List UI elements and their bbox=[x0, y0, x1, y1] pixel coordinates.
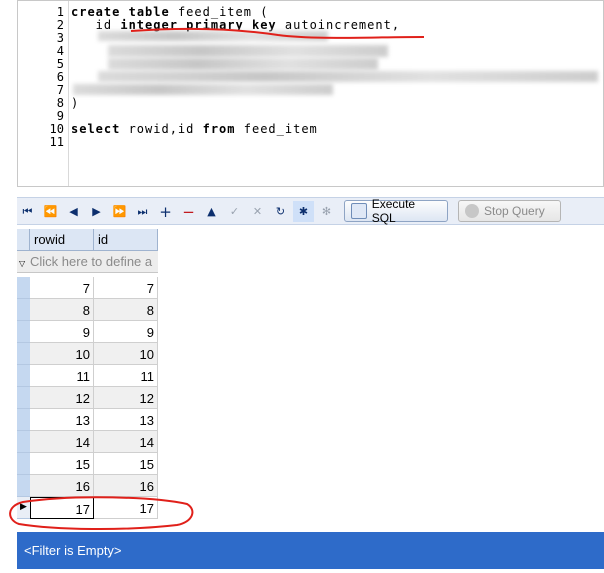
sql-text: feed_item bbox=[235, 122, 318, 136]
asterisk-icon[interactable]: ✱ bbox=[293, 201, 314, 222]
execute-icon bbox=[351, 203, 367, 219]
stop-query-button[interactable]: Stop Query bbox=[458, 200, 561, 222]
cell-rowid[interactable]: 10 bbox=[30, 343, 94, 365]
column-header-rowid[interactable]: rowid bbox=[30, 229, 94, 251]
cell-id[interactable]: 8 bbox=[94, 299, 158, 321]
sql-text: ) bbox=[71, 96, 80, 110]
cell-id[interactable]: 15 bbox=[94, 453, 158, 475]
redacted-text bbox=[98, 71, 598, 82]
cell-rowid[interactable]: 16 bbox=[30, 475, 94, 497]
redacted-text bbox=[73, 84, 333, 95]
cell-id[interactable]: 13 bbox=[94, 409, 158, 431]
cell-rowid[interactable]: 8 bbox=[30, 299, 94, 321]
cell-rowid[interactable]: 14 bbox=[30, 431, 94, 453]
row-indicator[interactable] bbox=[17, 387, 30, 409]
redacted-text bbox=[108, 58, 378, 70]
code-line[interactable]: ) bbox=[71, 97, 79, 110]
cell-id[interactable]: 9 bbox=[94, 321, 158, 343]
cell-rowid[interactable]: 15 bbox=[30, 453, 94, 475]
sql-text: id bbox=[71, 18, 121, 32]
sql-keyword: from bbox=[202, 122, 236, 136]
post-edit-icon[interactable]: ✓ bbox=[224, 201, 245, 222]
row-indicator[interactable] bbox=[17, 475, 30, 497]
sql-keyword: table bbox=[128, 5, 170, 19]
cell-id[interactable]: 14 bbox=[94, 431, 158, 453]
row-indicator[interactable] bbox=[17, 343, 30, 365]
cell-rowid[interactable]: 11 bbox=[30, 365, 94, 387]
row-indicator[interactable] bbox=[17, 409, 30, 431]
line-number-gutter: 1 2 3 4 5 6 7 8 9 10 11 bbox=[18, 1, 69, 186]
edit-record-icon[interactable]: ▲ bbox=[201, 201, 222, 222]
first-record-icon[interactable]: ⏮ bbox=[17, 201, 38, 222]
annotation-underline bbox=[130, 27, 425, 39]
refresh-icon[interactable]: ↻ bbox=[270, 201, 291, 222]
annotation-circle bbox=[9, 496, 194, 531]
cell-id[interactable]: 16 bbox=[94, 475, 158, 497]
sql-editor[interactable]: 1 2 3 4 5 6 7 8 9 10 11 create table feed_item ( i… bbox=[17, 0, 604, 187]
delete-record-icon[interactable]: − bbox=[178, 201, 199, 222]
row-indicator[interactable] bbox=[17, 277, 30, 299]
filter-status-bar: <Filter is Empty> bbox=[17, 532, 604, 569]
filter-icon: ▽ bbox=[19, 259, 26, 268]
clear-filter-icon[interactable]: ✻ bbox=[316, 201, 337, 222]
cell-id[interactable]: 12 bbox=[94, 387, 158, 409]
cell-id[interactable]: 10 bbox=[94, 343, 158, 365]
sql-text: feed_item ( bbox=[169, 5, 269, 19]
row-indicator[interactable] bbox=[17, 321, 30, 343]
next-record-icon[interactable]: ▶ bbox=[86, 201, 107, 222]
row-indicator[interactable] bbox=[17, 453, 30, 475]
insert-record-icon[interactable]: + bbox=[155, 201, 176, 222]
filter-row[interactable]: ▽ Click here to define a bbox=[17, 251, 158, 273]
execute-sql-label: Execute SQL bbox=[371, 197, 416, 225]
redacted-text bbox=[108, 45, 388, 57]
last-record-icon[interactable]: ⏭ bbox=[132, 201, 153, 222]
row-indicator[interactable] bbox=[17, 365, 30, 387]
cell-rowid[interactable]: 9 bbox=[30, 321, 94, 343]
filter-status-text: <Filter is Empty> bbox=[24, 543, 122, 558]
stop-icon bbox=[465, 204, 479, 218]
sql-keyword: select bbox=[71, 122, 121, 136]
cell-rowid[interactable]: 13 bbox=[30, 409, 94, 431]
code-line[interactable]: select rowid,id from feed_item bbox=[71, 123, 318, 136]
cell-id[interactable]: 7 bbox=[94, 277, 158, 299]
line-number: 11 bbox=[49, 135, 64, 149]
next-page-icon[interactable]: ⏩ bbox=[109, 201, 130, 222]
filter-placeholder[interactable]: Click here to define a bbox=[30, 254, 155, 269]
row-indicator[interactable] bbox=[17, 299, 30, 321]
grid-toolbar: ⏮ ⏪ ◀ ▶ ⏩ ⏭ + − ▲ ✓ ✕ ↻ ✱ ✻ Execute SQL … bbox=[17, 197, 604, 225]
execute-sql-button[interactable]: Execute SQL bbox=[344, 197, 448, 225]
prior-record-icon[interactable]: ◀ bbox=[63, 201, 84, 222]
left-edge bbox=[0, 0, 17, 573]
row-indicator-header bbox=[17, 229, 30, 251]
sql-keyword: create bbox=[71, 5, 121, 19]
row-indicator[interactable] bbox=[17, 431, 30, 453]
cell-rowid[interactable]: 7 bbox=[30, 277, 94, 299]
column-header-id[interactable]: id bbox=[94, 229, 158, 251]
cell-rowid[interactable]: 12 bbox=[30, 387, 94, 409]
stop-query-label: Stop Query bbox=[484, 204, 545, 218]
cell-id[interactable]: 11 bbox=[94, 365, 158, 387]
prior-page-icon[interactable]: ⏪ bbox=[40, 201, 61, 222]
sql-text: rowid,id bbox=[120, 122, 203, 136]
cancel-edit-icon[interactable]: ✕ bbox=[247, 201, 268, 222]
